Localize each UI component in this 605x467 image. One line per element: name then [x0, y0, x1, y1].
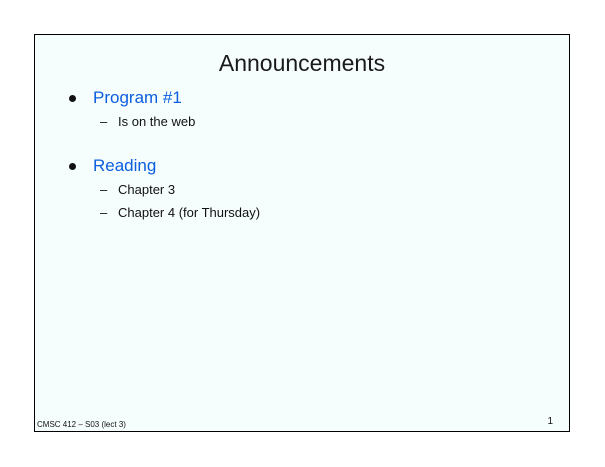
- bullet-label-program: Program #1: [93, 88, 182, 107]
- bullet-dot-icon: [69, 94, 76, 102]
- page-number: 1: [547, 416, 553, 427]
- bullet-dot-icon: [69, 162, 76, 170]
- dash-icon: –: [100, 182, 108, 197]
- slide-footer: CMSC 412 – S03 (lect 3): [37, 420, 126, 429]
- dash-icon: –: [100, 205, 108, 220]
- slide-frame: Announcements Program #1 – Is on the web …: [34, 34, 570, 432]
- sub-item-reading-1: – Chapter 3: [100, 182, 175, 197]
- sub-item-reading-2: – Chapter 4 (for Thursday): [100, 205, 260, 220]
- sub-item-program-1: – Is on the web: [100, 114, 195, 129]
- bullet-label-reading: Reading: [93, 156, 157, 175]
- slide-title: Announcements: [218, 50, 386, 76]
- sub-item-label: Chapter 4 (for Thursday): [118, 205, 261, 220]
- sub-item-label: Chapter 3: [118, 182, 176, 197]
- dash-icon: –: [100, 114, 108, 129]
- bullet-item-program: Program #1: [69, 88, 182, 108]
- bullet-item-reading: Reading: [69, 156, 156, 176]
- sub-item-label: Is on the web: [118, 114, 196, 129]
